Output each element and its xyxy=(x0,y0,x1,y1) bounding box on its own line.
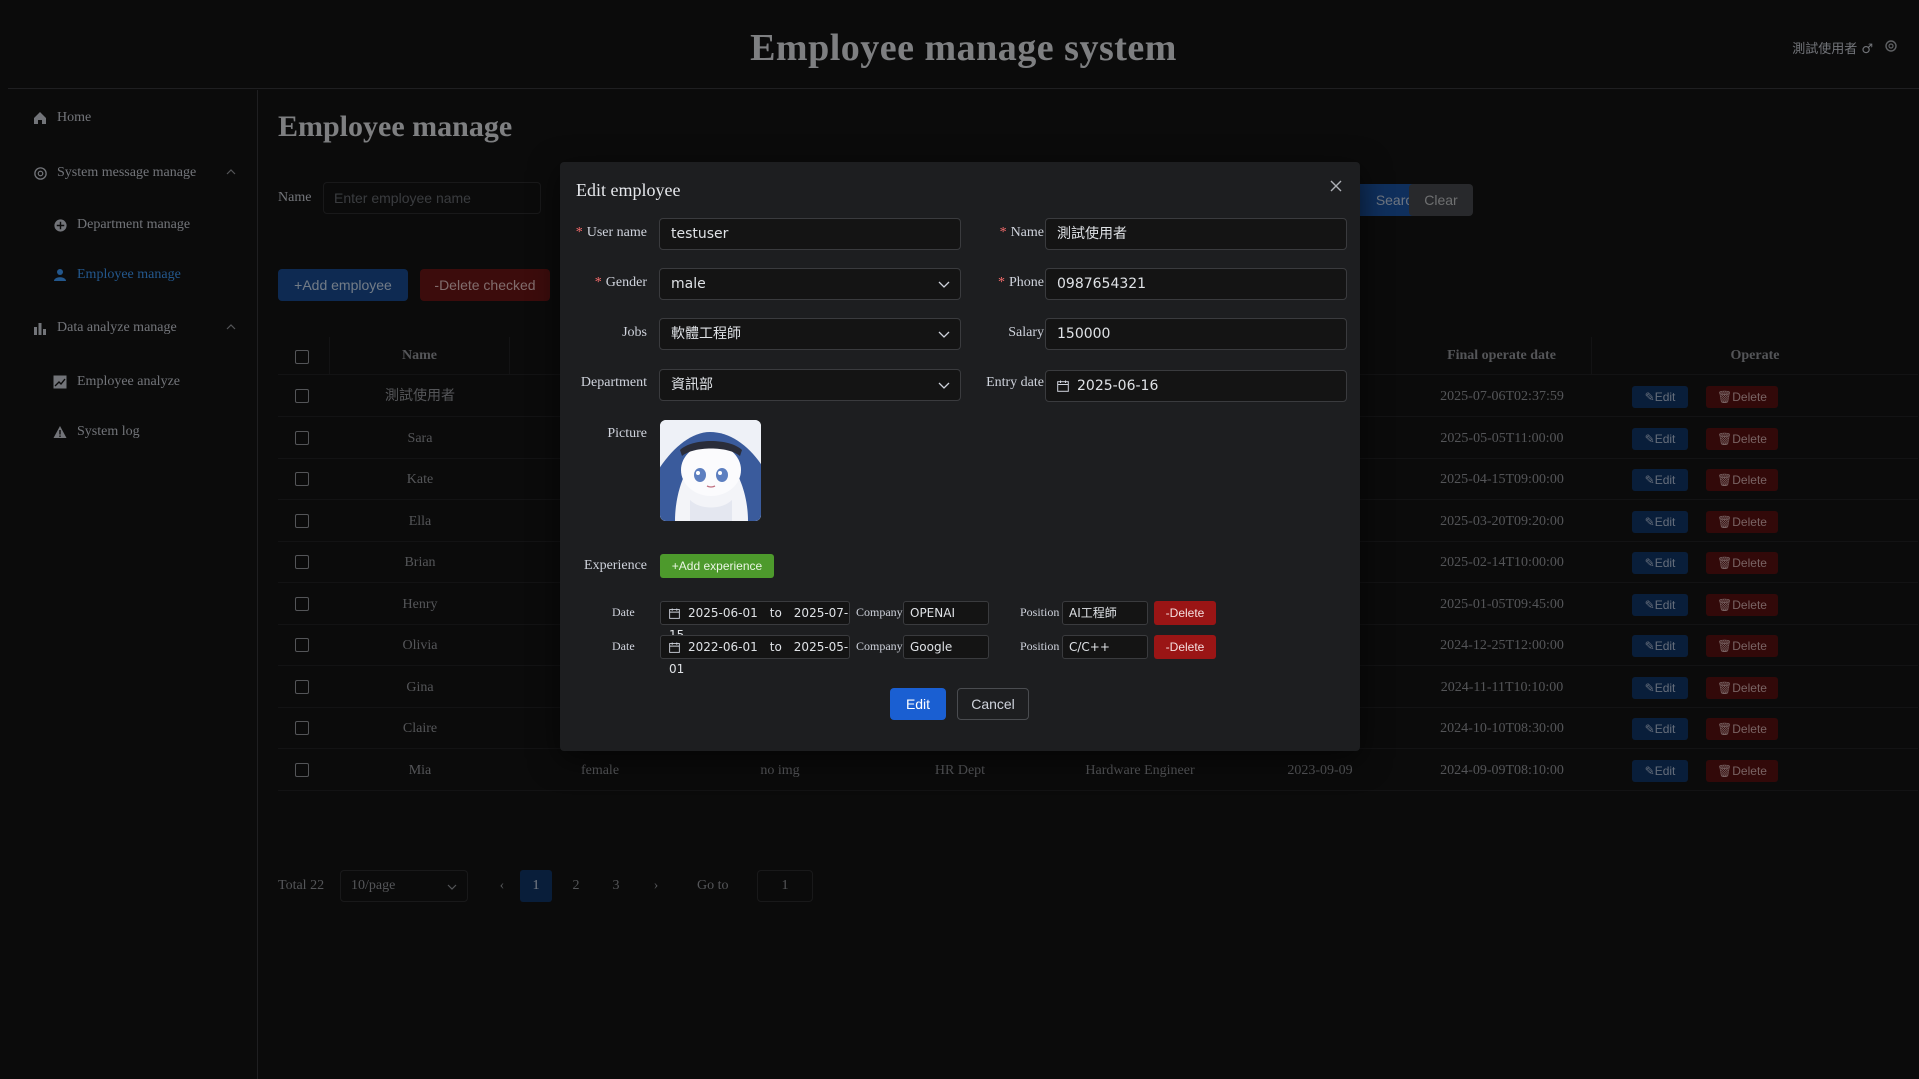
chevron-down-icon xyxy=(938,281,950,288)
experience-position-field[interactable]: AI工程師 xyxy=(1062,601,1148,625)
cancel-button[interactable]: Cancel xyxy=(957,688,1029,720)
calendar-icon xyxy=(669,642,680,653)
gender-select[interactable]: male xyxy=(659,268,961,300)
edit-submit-button[interactable]: Edit xyxy=(890,688,946,720)
required-mark: * xyxy=(998,275,1005,290)
phone-label-text: Phone xyxy=(1009,275,1044,290)
experience-company-label: Company xyxy=(856,605,903,619)
edit-employee-dialog: Edit employee * User name testuser * Name … xyxy=(560,162,1360,751)
calendar-icon xyxy=(669,608,680,619)
gender-label-text: Gender xyxy=(605,275,647,290)
username-field[interactable]: testuser xyxy=(659,218,961,250)
experience-to-label: to xyxy=(769,606,782,620)
experience-company-field[interactable]: OPENAI xyxy=(903,601,989,625)
jobs-select[interactable]: 軟體工程師 xyxy=(659,318,961,350)
experience-to-label: to xyxy=(769,640,782,654)
username-label-text: User name xyxy=(586,225,647,240)
entry-date-picker[interactable]: 2025-06-16 xyxy=(1045,370,1347,402)
experience-date-label: Date xyxy=(612,605,635,619)
experience-company-field[interactable]: Google xyxy=(903,635,989,659)
experience-from-date: 2025-06-01 xyxy=(688,606,758,620)
experience-date-label: Date xyxy=(612,639,635,653)
gender-value: male xyxy=(671,276,706,292)
name-label: * Name xyxy=(950,225,1044,241)
experience-position-label: Position xyxy=(1020,639,1060,653)
picture-label: Picture xyxy=(607,426,647,441)
required-mark: * xyxy=(575,225,583,240)
gender-label: * Gender xyxy=(560,275,647,291)
required-mark: * xyxy=(594,275,602,290)
experience-company-label: Company xyxy=(856,639,903,653)
chevron-down-icon xyxy=(938,331,950,338)
jobs-value: 軟體工程師 xyxy=(671,326,741,342)
name-label-text: Name xyxy=(1010,225,1044,240)
username-label: * User name xyxy=(560,225,647,241)
jobs-label: Jobs xyxy=(622,325,647,340)
department-select[interactable]: 資訊部 xyxy=(659,369,961,401)
phone-label: * Phone xyxy=(950,275,1044,291)
phone-field[interactable]: 0987654321 xyxy=(1045,268,1347,300)
entry-date-value: 2025-06-16 xyxy=(1077,378,1159,394)
name-field[interactable]: 測試使用者 xyxy=(1045,218,1347,250)
experience-date-range[interactable]: 2025-06-01to2025-07-15 xyxy=(660,601,850,642)
experience-delete-button[interactable]: -Delete xyxy=(1154,601,1216,625)
app-root: Employee manage system 測試使用者 ♂ Home Syst… xyxy=(0,0,1919,1079)
department-value: 資訊部 xyxy=(671,377,713,393)
experience-date-range[interactable]: 2022-06-01 to 2025-05-01 xyxy=(660,635,850,676)
dialog-title: Edit employee xyxy=(576,180,681,200)
salary-label: Salary xyxy=(1008,325,1044,340)
add-experience-button[interactable]: +Add experience xyxy=(660,554,774,578)
experience-label: Experience xyxy=(584,558,647,573)
salary-field[interactable]: 150000 xyxy=(1045,318,1347,350)
entry-date-label: Entry date xyxy=(986,375,1044,390)
experience-from-date: 2022-06-01 xyxy=(688,640,758,654)
calendar-icon xyxy=(1057,380,1069,392)
employee-avatar-image[interactable] xyxy=(660,420,761,521)
experience-position-label: Position xyxy=(1020,605,1060,619)
chevron-down-icon xyxy=(938,382,950,389)
required-mark: * xyxy=(999,225,1007,240)
experience-delete-button[interactable]: -Delete xyxy=(1154,635,1216,659)
department-label: Department xyxy=(580,375,647,390)
close-icon[interactable] xyxy=(1328,178,1344,194)
experience-position-field[interactable]: C/C++ xyxy=(1062,635,1148,659)
